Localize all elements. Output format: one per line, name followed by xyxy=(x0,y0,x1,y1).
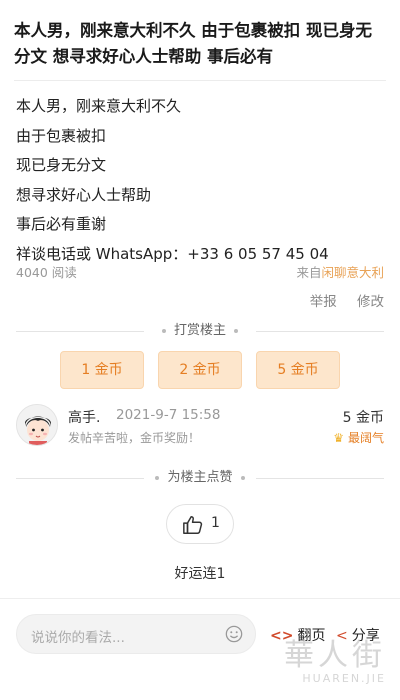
post-body-line: 想寻求好心人士帮助 xyxy=(16,185,152,204)
post-actions: 举报 修改 xyxy=(294,290,384,310)
tip-buttons: 1 金币 2 金币 5 金币 xyxy=(60,351,340,389)
dot-icon xyxy=(240,475,245,480)
post-body-line: 本人男，刚来意大利不久 xyxy=(16,97,182,115)
tip-badge-label: 最阔气 xyxy=(347,431,384,445)
post-title: 本人男，刚来意大利不久 由于包裹被扣 现已身无分文 想寻求好心人士帮助 事后必有 xyxy=(14,21,372,66)
watermark-en: HUAREN.JIE xyxy=(302,672,386,685)
like-count: 1 xyxy=(211,515,220,531)
title-divider xyxy=(14,80,386,81)
post-body-line: 现已身无分文 xyxy=(16,156,107,174)
like-divider: 为楼主点赞 xyxy=(16,469,384,487)
emoji-icon[interactable] xyxy=(225,625,243,643)
like-button[interactable]: 1 xyxy=(166,504,234,544)
forum-link[interactable]: 闲聊意大利 xyxy=(321,265,384,280)
comment-placeholder: 说说你的看法... xyxy=(31,630,125,646)
edit-button[interactable]: 修改 xyxy=(357,294,384,310)
dot-icon xyxy=(161,328,166,333)
tip-divider: 打赏楼主 xyxy=(16,322,384,340)
like-section-text: 为楼主点赞 xyxy=(167,470,233,485)
divider-line xyxy=(256,478,384,479)
tip-section-text: 打赏楼主 xyxy=(173,323,226,338)
tip-badge: ♛ 最阔气 xyxy=(333,429,384,446)
tip-amount: 5 金币 xyxy=(342,410,384,426)
divider-line xyxy=(256,331,384,332)
tip-2-coin-button[interactable]: 2 金币 xyxy=(158,351,242,389)
post-source: 来自闲聊意大利 xyxy=(296,262,384,281)
watermark-cn: 華人街 xyxy=(284,638,386,673)
post-body-line: 事后必有重谢 xyxy=(16,215,107,233)
tip-time: 2021-9-7 15:58 xyxy=(116,407,221,423)
tipper-name[interactable]: 高手. xyxy=(68,407,100,427)
dot-icon xyxy=(155,475,160,480)
post-body: 本人男，刚来意大利不久 由于包裹被扣 现已身无分文 想寻求好心人士帮助 事后必有… xyxy=(16,92,388,269)
avatar-illustration-icon xyxy=(17,405,57,445)
tip-record: 高手. 2021-9-7 15:58 发帖辛苦啦，金币奖励！ 5 金币 ♛ 最阔气 xyxy=(16,404,384,450)
post-body-line: 由于包裹被扣 xyxy=(16,126,107,145)
tip-message: 发帖辛苦啦，金币奖励！ xyxy=(68,431,201,445)
tip-1-coin-button[interactable]: 1 金币 xyxy=(60,351,144,389)
read-count: 4040 阅读 xyxy=(16,265,77,280)
post-meta: 4040 阅读 来自闲聊意大利 xyxy=(16,262,384,280)
comment-input[interactable]: 说说你的看法... xyxy=(16,614,256,654)
site-watermark: 華人街 HUAREN.JIE xyxy=(284,638,386,686)
report-button[interactable]: 举报 xyxy=(310,294,337,310)
crown-icon: ♛ xyxy=(333,431,344,445)
dot-icon xyxy=(234,328,238,333)
thumbs-up-icon xyxy=(183,516,203,534)
tip-5-coin-button[interactable]: 5 金币 xyxy=(256,351,340,389)
source-prefix: 来自 xyxy=(296,265,322,280)
liker-list[interactable]: 好运连1 xyxy=(0,563,400,583)
avatar[interactable] xyxy=(16,404,58,446)
